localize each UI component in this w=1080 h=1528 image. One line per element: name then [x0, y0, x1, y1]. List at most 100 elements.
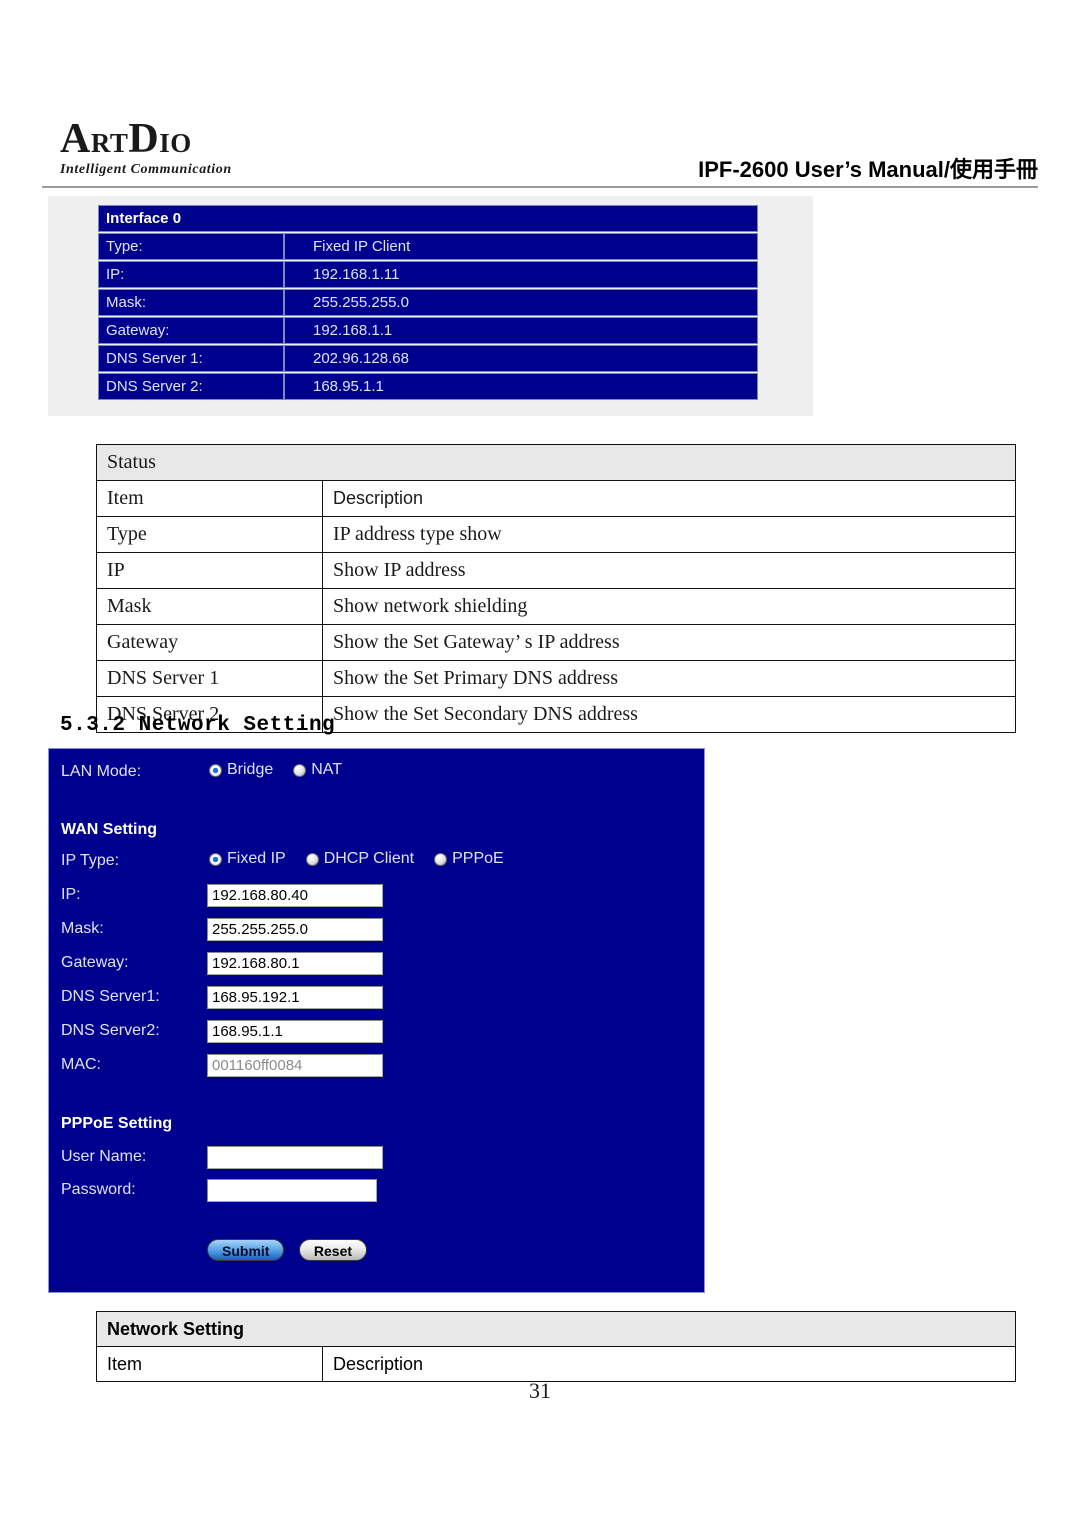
wan-dns2-label: DNS Server2:: [61, 1022, 160, 1039]
row-value-ip: 192.168.1.11: [284, 261, 758, 288]
wan-section-title: WAN Setting: [61, 821, 157, 838]
radio-unselected-icon[interactable]: [305, 852, 319, 866]
pppoe-username-label: User Name:: [61, 1148, 147, 1165]
artdio-logo: ARTDIO Intelligent Communication: [60, 118, 390, 178]
status-col-item: Item: [96, 480, 323, 517]
pppoe-username-input[interactable]: [207, 1146, 383, 1169]
reset-button[interactable]: Reset: [298, 1239, 368, 1261]
interface-status-table: Interface 0 Type: Fixed IP Client IP: 19…: [98, 204, 758, 401]
row-value-type: Fixed IP Client: [284, 233, 758, 260]
network-setting-screenshot: LAN Mode: Bridge NAT WAN Setting IP Type…: [48, 748, 705, 1293]
table-row: DNS Server 2: 168.95.1.1: [98, 373, 758, 400]
manual-title: IPF-2600 User’s Manual/使用手冊: [698, 157, 1038, 182]
section-heading: 5.3.2 Network Setting: [60, 714, 336, 737]
row-value-dns2: 168.95.1.1: [284, 373, 758, 400]
table-row: Gateway: 192.168.1.1: [98, 317, 758, 344]
netset-col-description: Description: [322, 1346, 1016, 1382]
ip-type-radio-group: Fixed IP DHCP Client PPPoE: [209, 850, 516, 868]
pppoe-username-row: User Name:: [49, 1146, 704, 1172]
interface-title: Interface 0: [98, 205, 758, 232]
page-number: 31: [529, 1378, 551, 1403]
form-button-row: Submit Reset: [207, 1239, 368, 1261]
status-desc-mask: Show network shielding: [322, 588, 1016, 625]
ip-type-label: IP Type:: [61, 852, 120, 869]
wan-dns2-input[interactable]: 168.95.1.1: [207, 1020, 383, 1043]
row-value-dns1: 202.96.128.68: [284, 345, 758, 372]
row-label-mask: Mask:: [98, 289, 284, 316]
table-row: Type IP address type show: [96, 516, 1016, 553]
table-row: Interface 0: [98, 205, 758, 232]
table-row: Mask: 255.255.255.0: [98, 289, 758, 316]
wan-section-row: WAN Setting: [49, 821, 704, 847]
wan-ip-label: IP:: [61, 886, 81, 903]
logo-tagline: Intelligent Communication: [60, 162, 232, 177]
status-item-gateway: Gateway: [96, 624, 323, 661]
status-item-ip: IP: [96, 552, 323, 589]
row-value-gateway: 192.168.1.1: [284, 317, 758, 344]
radio-bridge[interactable]: Bridge: [209, 761, 273, 779]
status-col-description: Description: [322, 480, 1016, 517]
wan-mac-row: MAC: 001160ff0084: [49, 1054, 704, 1080]
radio-pppoe-label: PPPoE: [452, 850, 504, 867]
wan-ip-row: IP: 192.168.80.40: [49, 884, 704, 910]
table-row: Mask Show network shielding: [96, 588, 1016, 625]
status-desc-gateway: Show the Set Gateway’ s IP address: [322, 624, 1016, 661]
radio-nat-label: NAT: [311, 761, 343, 778]
radio-selected-icon[interactable]: [209, 763, 222, 777]
lan-mode-row: LAN Mode: Bridge NAT: [49, 761, 704, 787]
radio-selected-icon[interactable]: [209, 852, 222, 866]
status-item-type: Type: [96, 516, 323, 553]
table-row: Network Setting: [96, 1311, 1016, 1347]
wan-gateway-row: Gateway: 192.168.80.1: [49, 952, 704, 978]
row-value-mask: 255.255.255.0: [284, 289, 758, 316]
table-row: DNS Server 1: 202.96.128.68: [98, 345, 758, 372]
status-desc-dns1: Show the Set Primary DNS address: [322, 660, 1016, 697]
netset-table-title: Network Setting: [96, 1311, 1016, 1347]
radio-unselected-icon[interactable]: [293, 763, 307, 777]
radio-bridge-label: Bridge: [227, 761, 274, 778]
row-label-ip: IP:: [98, 261, 284, 288]
wan-dns2-row: DNS Server2: 168.95.1.1: [49, 1020, 704, 1046]
netset-col-item: Item: [96, 1346, 323, 1382]
radio-fixed-ip[interactable]: Fixed IP: [209, 850, 286, 868]
submit-button[interactable]: Submit: [207, 1239, 285, 1261]
table-row: Type: Fixed IP Client: [98, 233, 758, 260]
header-divider: [42, 186, 1038, 188]
table-row: IP Show IP address: [96, 552, 1016, 589]
radio-dhcp-client-label: DHCP Client: [323, 850, 415, 867]
row-label-dns1: DNS Server 1:: [98, 345, 284, 372]
radio-unselected-icon[interactable]: [434, 852, 448, 866]
page-header: ARTDIO Intelligent Communication IPF-260…: [0, 0, 1080, 190]
radio-fixed-ip-label: Fixed IP: [227, 850, 286, 867]
wan-ip-input[interactable]: 192.168.80.40: [207, 884, 383, 907]
pppoe-password-label: Password:: [61, 1181, 136, 1198]
table-row: Status: [96, 444, 1016, 481]
wan-mac-input: 001160ff0084: [207, 1054, 383, 1077]
wan-gateway-label: Gateway:: [61, 954, 129, 971]
radio-nat[interactable]: NAT: [293, 761, 342, 779]
status-desc-ip: Show IP address: [322, 552, 1016, 589]
wan-mask-label: Mask:: [61, 920, 104, 937]
wan-gateway-input[interactable]: 192.168.80.1: [207, 952, 383, 975]
ip-type-row: IP Type: Fixed IP DHCP Client PPPoE: [49, 850, 704, 876]
pppoe-password-row: Password:: [49, 1179, 704, 1205]
lan-mode-radio-group: Bridge NAT: [209, 761, 354, 779]
row-label-gateway: Gateway:: [98, 317, 284, 344]
wan-mask-row: Mask: 255.255.255.0: [49, 918, 704, 944]
pppoe-section-title: PPPoE Setting: [61, 1115, 173, 1132]
status-description-table: Status Item Description Type IP address …: [96, 444, 1016, 733]
table-row: Item Description: [96, 480, 1016, 517]
interface-status-screenshot: Interface 0 Type: Fixed IP Client IP: 19…: [48, 196, 813, 416]
pppoe-password-input[interactable]: [207, 1179, 377, 1202]
wan-mask-input[interactable]: 255.255.255.0: [207, 918, 383, 941]
row-label-dns2: DNS Server 2:: [98, 373, 284, 400]
table-row: Gateway Show the Set Gateway’ s IP addre…: [96, 624, 1016, 661]
pppoe-section-row: PPPoE Setting: [49, 1115, 704, 1141]
radio-pppoe[interactable]: PPPoE: [434, 850, 504, 868]
wan-dns1-input[interactable]: 168.95.192.1: [207, 986, 383, 1009]
wan-dns1-label: DNS Server1:: [61, 988, 160, 1005]
status-item-dns1: DNS Server 1: [96, 660, 323, 697]
logo-wordmark: ARTDIO: [60, 116, 192, 162]
radio-dhcp-client[interactable]: DHCP Client: [305, 850, 415, 868]
table-row: Item Description: [96, 1346, 1016, 1382]
